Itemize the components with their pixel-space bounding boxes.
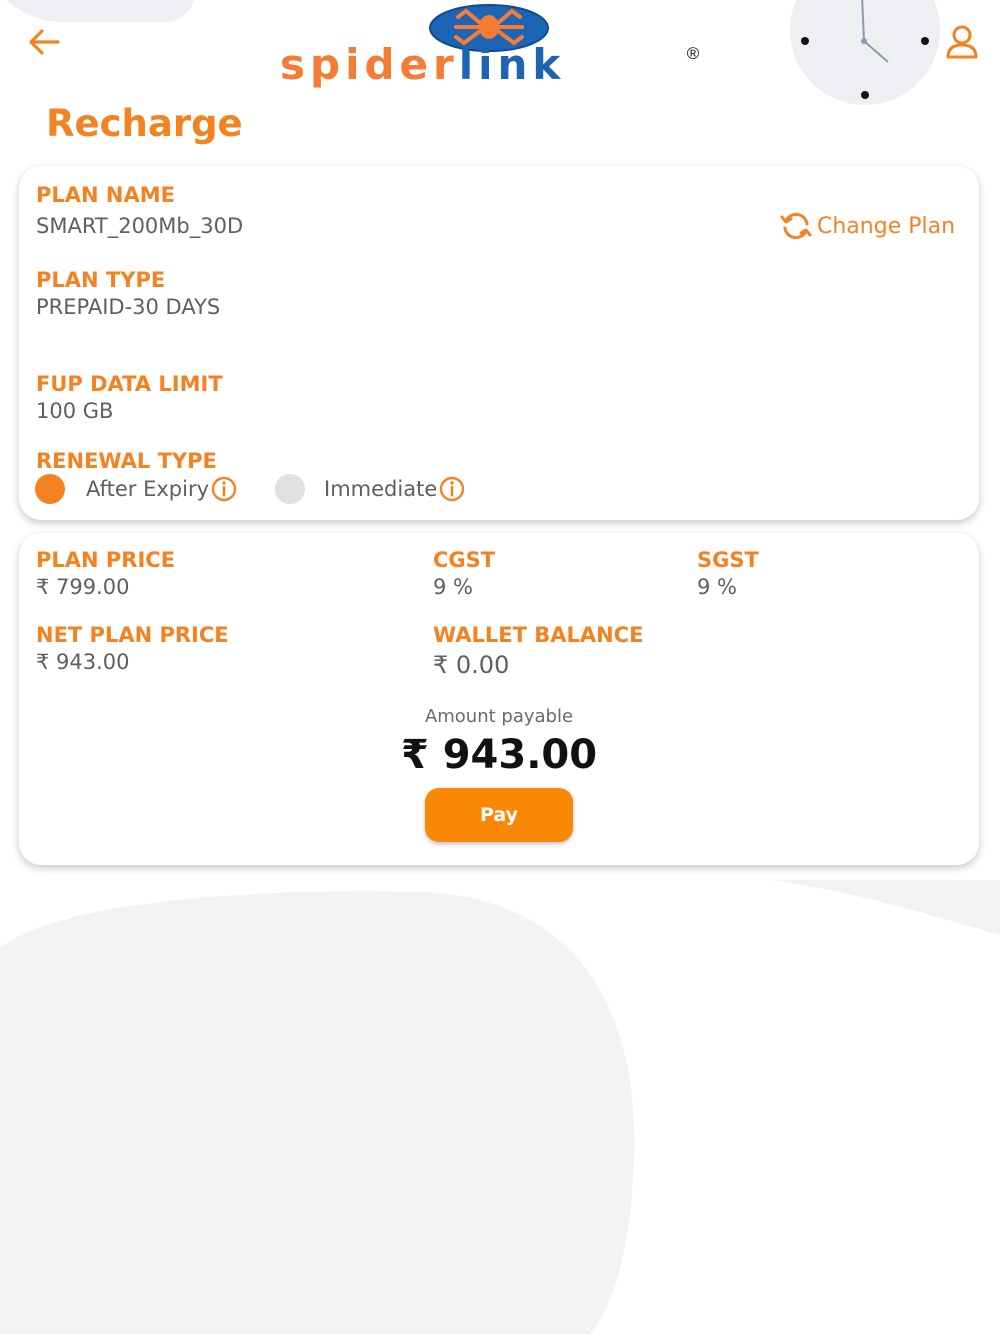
- fup-limit-label: FUP DATA LIMIT: [36, 372, 223, 396]
- plan-type-value: PREPAID-30 DAYS: [36, 295, 221, 319]
- amount-payable-label: Amount payable: [424, 706, 574, 727]
- renewal-option-label: Immediate: [324, 477, 438, 501]
- back-button[interactable]: [24, 24, 64, 60]
- sgst-value: 9 %: [697, 575, 737, 599]
- amount-payable-value: ₹ 943.00: [400, 732, 598, 778]
- price-summary-card: PLAN PRICE ₹ 799.00 CGST 9 % SGST 9 % NE…: [19, 533, 979, 865]
- radio-selected-icon: [35, 474, 65, 504]
- renewal-option-immediate[interactable]: Immediate: [275, 474, 465, 504]
- renewal-option-after-expiry[interactable]: After Expiry: [35, 474, 237, 504]
- clock-icon: [790, 0, 940, 105]
- brand-part-link: link: [458, 40, 566, 89]
- renewal-option-label: After Expiry: [86, 477, 210, 501]
- plan-price-value: ₹ 799.00: [36, 575, 130, 599]
- cgst-value: 9 %: [433, 575, 473, 599]
- plan-details-card: PLAN NAME SMART_200Mb_30D Change Plan PL…: [19, 166, 979, 520]
- change-plan-label: Change Plan: [817, 213, 956, 239]
- back-arrow-icon: [29, 29, 60, 55]
- plan-name-value: SMART_200Mb_30D: [36, 214, 244, 238]
- plan-type-label: PLAN TYPE: [36, 268, 166, 292]
- plan-name-label: PLAN NAME: [36, 183, 175, 207]
- brand-logo: spiderlink ®: [280, 0, 710, 92]
- cgst-label: CGST: [433, 548, 496, 572]
- renewal-type-label: RENEWAL TYPE: [36, 449, 217, 473]
- registered-mark: ®: [686, 44, 700, 63]
- net-plan-price-label: NET PLAN PRICE: [36, 623, 229, 647]
- info-icon[interactable]: [439, 476, 465, 502]
- info-icon[interactable]: [211, 476, 237, 502]
- pay-button[interactable]: Pay: [425, 788, 573, 842]
- profile-icon: [946, 25, 978, 59]
- wallet-balance-label: WALLET BALANCE: [433, 623, 644, 647]
- wallet-balance-value: ₹ 0.00: [433, 651, 510, 679]
- page-title: Recharge: [46, 102, 243, 145]
- refresh-icon: [780, 212, 812, 240]
- plan-price-label: PLAN PRICE: [36, 548, 176, 572]
- change-plan-button[interactable]: Change Plan: [779, 210, 955, 242]
- net-plan-price-value: ₹ 943.00: [36, 650, 130, 674]
- brand-wordmark: spiderlink: [280, 44, 710, 86]
- sgst-label: SGST: [697, 548, 759, 572]
- fup-limit-value: 100 GB: [36, 399, 114, 423]
- renewal-type-options: After Expiry Immediate: [35, 474, 465, 504]
- radio-unselected-icon: [275, 474, 306, 504]
- brand-part-spider: spider: [280, 40, 459, 89]
- profile-button[interactable]: [940, 22, 984, 62]
